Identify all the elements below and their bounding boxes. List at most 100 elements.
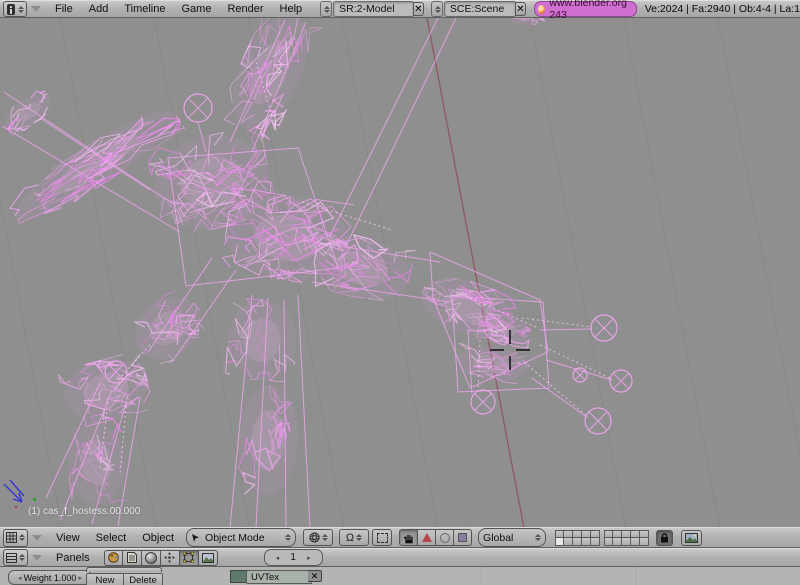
new-button[interactable]: New — [86, 573, 124, 585]
mode-dropdown-label: Object Mode — [205, 532, 283, 544]
menu-file[interactable]: File — [47, 3, 81, 15]
active-object-info: (1) cas_f_hostess.00.000 — [28, 506, 140, 517]
blender-version-badge[interactable]: www.blender.org 243 — [534, 1, 637, 17]
wireframe-model — [0, 3, 612, 528]
menu-render[interactable]: Render — [219, 3, 271, 15]
menu-collapse-icon[interactable] — [31, 6, 41, 12]
uvtex-delete-button[interactable]: ✕ — [308, 570, 322, 582]
menu-add[interactable]: Add — [81, 3, 117, 15]
editing-context-button[interactable] — [180, 550, 199, 566]
editor-switch-arrows-icon — [19, 534, 25, 541]
layer-button[interactable] — [564, 538, 573, 546]
spinner-left-icon[interactable]: ◂ — [271, 554, 285, 562]
layer-button[interactable] — [640, 530, 649, 538]
scene-name-field[interactable]: SCE:Scene — [444, 1, 515, 17]
screen-name-field[interactable]: SR:2-Model — [333, 1, 412, 17]
layer-button[interactable] — [591, 530, 600, 538]
screen-close-button[interactable]: ✕ — [413, 2, 424, 16]
manipulator-translate-button[interactable] — [418, 529, 436, 546]
scene-close-button[interactable]: ✕ — [515, 2, 526, 16]
layer-button[interactable] — [631, 530, 640, 538]
layer-button[interactable] — [582, 530, 591, 538]
menu-collapse-icon[interactable] — [32, 555, 42, 561]
editor-type-button-buttons[interactable] — [3, 549, 28, 566]
logic-icon — [108, 552, 119, 563]
layer-button[interactable] — [582, 538, 591, 546]
editing-icon — [183, 552, 194, 563]
layer-button[interactable] — [591, 538, 600, 546]
slider-left-icon[interactable]: ◂ — [18, 574, 22, 582]
menu-object[interactable]: Object — [134, 532, 182, 544]
layer-button[interactable] — [631, 538, 640, 546]
object-arrows-icon — [164, 552, 175, 563]
menu-select[interactable]: Select — [88, 532, 135, 544]
mode-dropdown[interactable]: Object Mode — [186, 528, 296, 547]
buttons-header: Panels — [0, 548, 800, 567]
screen-browse-button[interactable] — [320, 1, 332, 17]
dropdown-arrows-icon — [535, 534, 541, 541]
spinner-right-icon[interactable]: ▸ — [302, 554, 316, 562]
draw-type-sphere-icon — [309, 532, 320, 543]
panels-menu[interactable]: Panels — [48, 552, 98, 564]
render-preview-button[interactable] — [681, 530, 702, 546]
frame-number-value: 1 — [284, 552, 302, 563]
frame-number-spinner[interactable]: ◂ 1 ▸ — [264, 549, 323, 566]
info-window-icon — [6, 4, 16, 15]
slider-right-icon[interactable]: ▸ — [78, 574, 82, 582]
orientation-dropdown[interactable]: Global — [478, 528, 546, 547]
menu-view[interactable]: View — [48, 532, 88, 544]
layer-button[interactable] — [613, 530, 622, 538]
layer-button[interactable] — [564, 530, 573, 538]
vertex-group-field-clipped[interactable] — [86, 567, 162, 572]
script-context-button[interactable] — [123, 550, 142, 566]
layer-buttons-group-1 — [555, 530, 600, 546]
manipulator-rotate-button[interactable] — [436, 529, 454, 546]
delete-button[interactable]: Delete — [124, 573, 163, 585]
manipulator-scale-button[interactable] — [454, 529, 472, 546]
scene-browse-button[interactable] — [431, 1, 443, 17]
layer-button[interactable] — [604, 538, 613, 546]
layer-button[interactable] — [613, 538, 622, 546]
editor-3dview-icon — [6, 532, 17, 543]
scene-context-button[interactable] — [199, 550, 218, 566]
weight-slider[interactable]: ◂ Weight 1.000 ▸ — [8, 570, 92, 585]
uvtex-name-field[interactable]: UVTex — [246, 570, 312, 584]
menu-game[interactable]: Game — [173, 3, 219, 15]
info-header: File Add Timeline Game Render Help SR:2-… — [0, 0, 800, 18]
layer-button[interactable] — [555, 530, 564, 538]
draw-type-dropdown[interactable] — [303, 529, 333, 546]
uvtex-active-swatch[interactable] — [230, 570, 247, 583]
layer-button[interactable] — [573, 538, 582, 546]
manipulator-toggle-button[interactable] — [399, 529, 418, 546]
blender-version-text: www.blender.org 243 — [549, 0, 628, 21]
object-mode-icon — [191, 533, 201, 543]
rotate-circle-icon — [440, 533, 450, 543]
pivot-dropdown[interactable]: Ω — [339, 529, 369, 546]
buttons-window-icon — [6, 553, 17, 563]
shading-context-button[interactable] — [142, 550, 161, 566]
proportional-edit-button[interactable] — [372, 529, 392, 546]
layer-button[interactable] — [640, 538, 649, 546]
layer-button[interactable] — [555, 538, 564, 546]
layer-button[interactable] — [573, 530, 582, 538]
object-context-button[interactable] — [161, 550, 180, 566]
lock-layers-button[interactable] — [656, 530, 673, 546]
editor-type-button-info[interactable] — [3, 1, 27, 17]
menu-timeline[interactable]: Timeline — [116, 3, 173, 15]
dropdown-arrows-icon — [285, 534, 291, 541]
image-icon — [685, 533, 698, 543]
editor-type-button-3dview[interactable] — [3, 529, 28, 547]
menu-help[interactable]: Help — [272, 3, 311, 15]
blender-window: (1) cas_f_hostess.00.000 File Add Timeli… — [0, 0, 800, 585]
layer-buttons-group-2 — [604, 530, 649, 546]
view3d-header: View Select Object Object Mode Ω — [0, 527, 800, 548]
blender-logo-icon — [538, 5, 545, 14]
logic-context-button[interactable] — [104, 550, 123, 566]
layer-button[interactable] — [622, 538, 631, 546]
editor-switch-arrows-icon — [18, 6, 24, 13]
layer-button[interactable] — [604, 530, 613, 538]
buttons-panel-area: ◂ Weight 1.000 ▸ New Delete UVTex ✕ — [0, 567, 800, 585]
layer-button[interactable] — [622, 530, 631, 538]
menu-collapse-icon[interactable] — [32, 535, 42, 541]
editor-switch-arrows-icon — [19, 554, 25, 561]
